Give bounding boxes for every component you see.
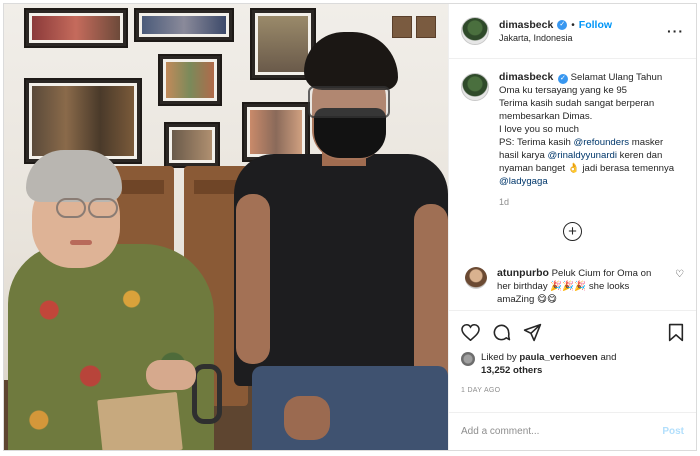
share-icon[interactable] [523,323,542,342]
mention-link[interactable]: @ladygaga [499,176,548,187]
mention-link[interactable]: @refounders [573,137,629,148]
comments-area: dimasbeck ✓ Selamat Ulang Tahun Oma ku t… [449,59,696,310]
likes-count[interactable]: 13,252 others [481,365,542,376]
comment-item: atunpurbo Peluk Cium for Oma on her birt… [461,267,684,306]
post-timestamp[interactable]: 1 DAY AGO [461,387,684,394]
caption-text: dimasbeck ✓ Selamat Ulang Tahun Oma ku t… [499,71,684,209]
envelope [97,391,183,450]
glasses [56,198,86,218]
caption: dimasbeck ✓ Selamat Ulang Tahun Oma ku t… [461,71,684,209]
caption-line: Terima kasih sudah sangat berperan membe… [499,98,655,122]
save-bookmark-icon[interactable] [668,323,684,342]
post-photo[interactable] [4,4,448,450]
more-options-icon[interactable]: ··· [667,23,684,39]
wall-frame [134,8,234,42]
comment-like-icon[interactable]: ♡ [675,269,684,306]
likes-summary: Liked by paula_verhoeven and 13,252 othe… [461,351,684,377]
add-comment-bar: Post [449,412,696,450]
add-comment-input[interactable] [461,426,663,437]
wall-plaque [416,16,436,38]
load-more-comments-icon[interactable]: + [563,222,582,241]
wall-frame [24,8,128,48]
caption-line: I love you so much [499,124,579,135]
caption-timestamp[interactable]: 1d [499,196,684,209]
wall-frame [158,54,222,106]
verified-icon: ✓ [557,20,568,30]
wall-plaque [392,16,412,38]
wall-frame [242,102,310,162]
likes-and: and [597,352,617,363]
separator-dot: • [571,19,575,31]
mention-link[interactable]: @rinaldyyunardi [548,150,617,161]
verified-icon: ✓ [557,74,568,84]
instagram-post: dimasbeck ✓ • Follow Jakarta, Indonesia … [3,3,697,451]
avatar[interactable] [461,73,489,101]
location-link[interactable]: Jakarta, Indonesia [499,33,667,43]
face-shield [308,86,390,118]
post-actions: Liked by paula_verhoeven and 13,252 othe… [449,310,696,450]
caption-line: PS: Terima kasih [499,137,574,148]
avatar[interactable] [461,17,489,45]
post-header: dimasbeck ✓ • Follow Jakarta, Indonesia … [449,4,696,59]
commenter-username[interactable]: atunpurbo [497,267,549,279]
wheelchair [192,364,222,424]
wall-frame [164,122,220,168]
post-comment-button[interactable]: Post [662,426,684,437]
author-username[interactable]: dimasbeck [499,19,553,31]
liker-avatar[interactable] [461,352,475,366]
liker-username[interactable]: paula_verhoeven [519,352,597,363]
man-jeans [252,366,448,450]
grandma-hair [26,150,122,202]
caption-username[interactable]: dimasbeck [499,71,553,83]
commenter-avatar[interactable] [465,267,487,289]
likes-prefix: Liked by [481,352,520,363]
like-heart-icon[interactable] [461,323,480,341]
post-side-panel: dimasbeck ✓ • Follow Jakarta, Indonesia … [448,4,696,450]
follow-button[interactable]: Follow [579,19,612,31]
comment-icon[interactable] [492,323,511,342]
